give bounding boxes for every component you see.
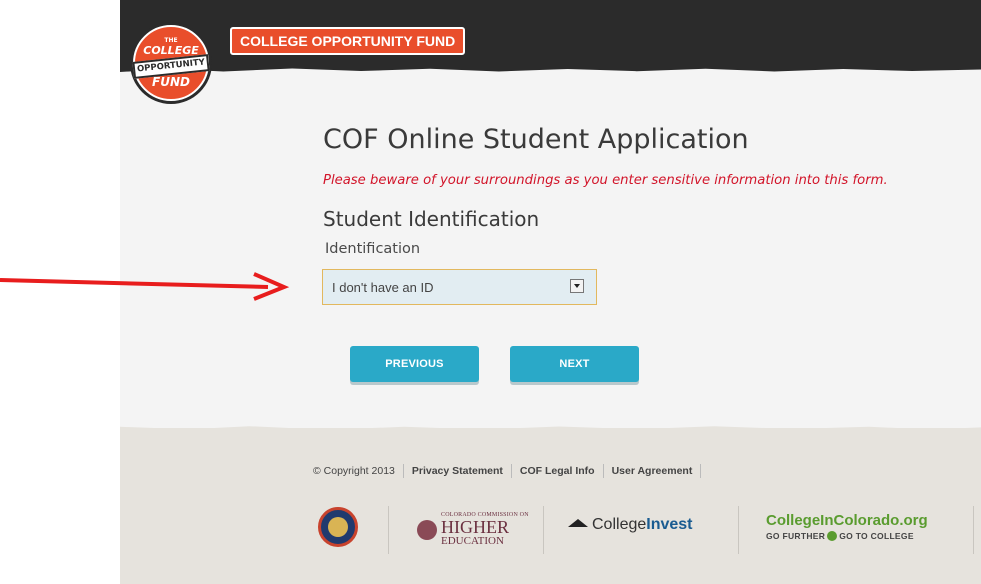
next-button[interactable]: NEXT	[510, 346, 639, 382]
che-big-text: HIGHER	[441, 517, 509, 537]
identification-label: Identification	[325, 241, 421, 257]
section-title: Student Identification	[323, 207, 540, 231]
footer-divider	[700, 464, 702, 478]
footer-logo-divider	[738, 506, 739, 554]
graduation-cap-icon	[568, 519, 588, 527]
cof-logo[interactable]: THE COLLEGE OPPORTUNITY FUND	[130, 22, 212, 104]
copyright-text: © Copyright 2013	[313, 465, 395, 477]
site-footer	[120, 428, 981, 584]
footer-logo-divider	[973, 506, 974, 554]
privacy-statement-link[interactable]: Privacy Statement	[412, 465, 503, 477]
page-title: COF Online Student Application	[323, 124, 749, 155]
red-annotation-arrow-icon	[0, 272, 290, 301]
identification-select[interactable]: I don't have an ID	[322, 269, 597, 305]
collegeinvest-logo[interactable]: College Invest	[568, 516, 693, 534]
footer-divider	[602, 464, 604, 478]
ci-normal-text: College	[592, 516, 647, 533]
identification-select-value: I don't have an ID	[332, 279, 434, 295]
footer-links: © Copyright 2013 Privacy Statement COF L…	[313, 464, 709, 478]
ci-bold-text: Invest	[646, 516, 693, 533]
footer-divider	[402, 464, 404, 478]
logo-the-text: THE	[164, 36, 178, 44]
che-text: COLORADO COMMISSION ON HIGHER EDUCATION	[441, 512, 529, 547]
collegeincolorado-logo[interactable]: CollegeInColorado.org GO FURTHER GO TO C…	[766, 513, 928, 541]
logo-opportunity-banner: OPPORTUNITY	[132, 53, 210, 79]
user-agreement-link[interactable]: User Agreement	[612, 465, 693, 477]
cic-main-text: CollegeInColorado.org	[766, 512, 928, 529]
cof-legal-info-link[interactable]: COF Legal Info	[520, 465, 595, 477]
che-emblem-icon	[417, 519, 437, 540]
colorado-state-seal[interactable]	[318, 507, 358, 547]
cic-sub-left: GO FURTHER	[766, 530, 826, 541]
che-med-text: EDUCATION	[441, 535, 504, 547]
footer-logo-divider	[543, 506, 544, 554]
brand-label[interactable]: COLLEGE OPPORTUNITY FUND	[230, 27, 466, 55]
security-warning: Please beware of your surroundings as yo…	[323, 173, 888, 188]
arrow-circle-icon	[827, 531, 838, 541]
footer-divider	[510, 464, 512, 478]
previous-button[interactable]: PREVIOUS	[350, 346, 479, 382]
cof-logo-badge: THE COLLEGE OPPORTUNITY FUND	[132, 25, 210, 101]
logo-college-text: COLLEGE	[143, 43, 199, 57]
cic-sub-right: GO TO COLLEGE	[839, 530, 914, 541]
seal-emblem-icon	[328, 517, 348, 537]
cic-tagline: GO FURTHER GO TO COLLEGE	[766, 531, 928, 541]
logo-fund-text: FUND	[152, 75, 190, 90]
footer-logo-divider	[388, 506, 389, 554]
chevron-down-icon[interactable]	[570, 279, 584, 293]
higher-education-logo[interactable]: COLORADO COMMISSION ON HIGHER EDUCATION	[417, 512, 529, 547]
